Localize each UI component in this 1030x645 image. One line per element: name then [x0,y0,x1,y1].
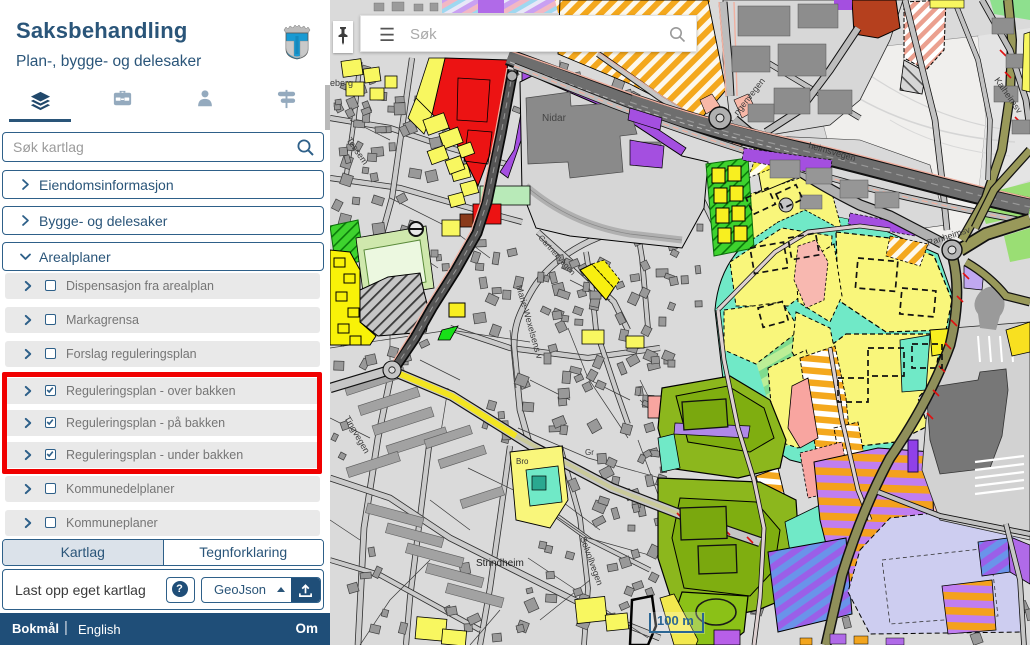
svg-text:Nidar: Nidar [542,113,567,124]
svg-text:Gr: Gr [585,448,594,457]
svg-text:Bro: Bro [516,457,529,466]
svg-text:eberg: eberg [330,78,353,88]
svg-text:Strindheim: Strindheim [476,558,524,569]
